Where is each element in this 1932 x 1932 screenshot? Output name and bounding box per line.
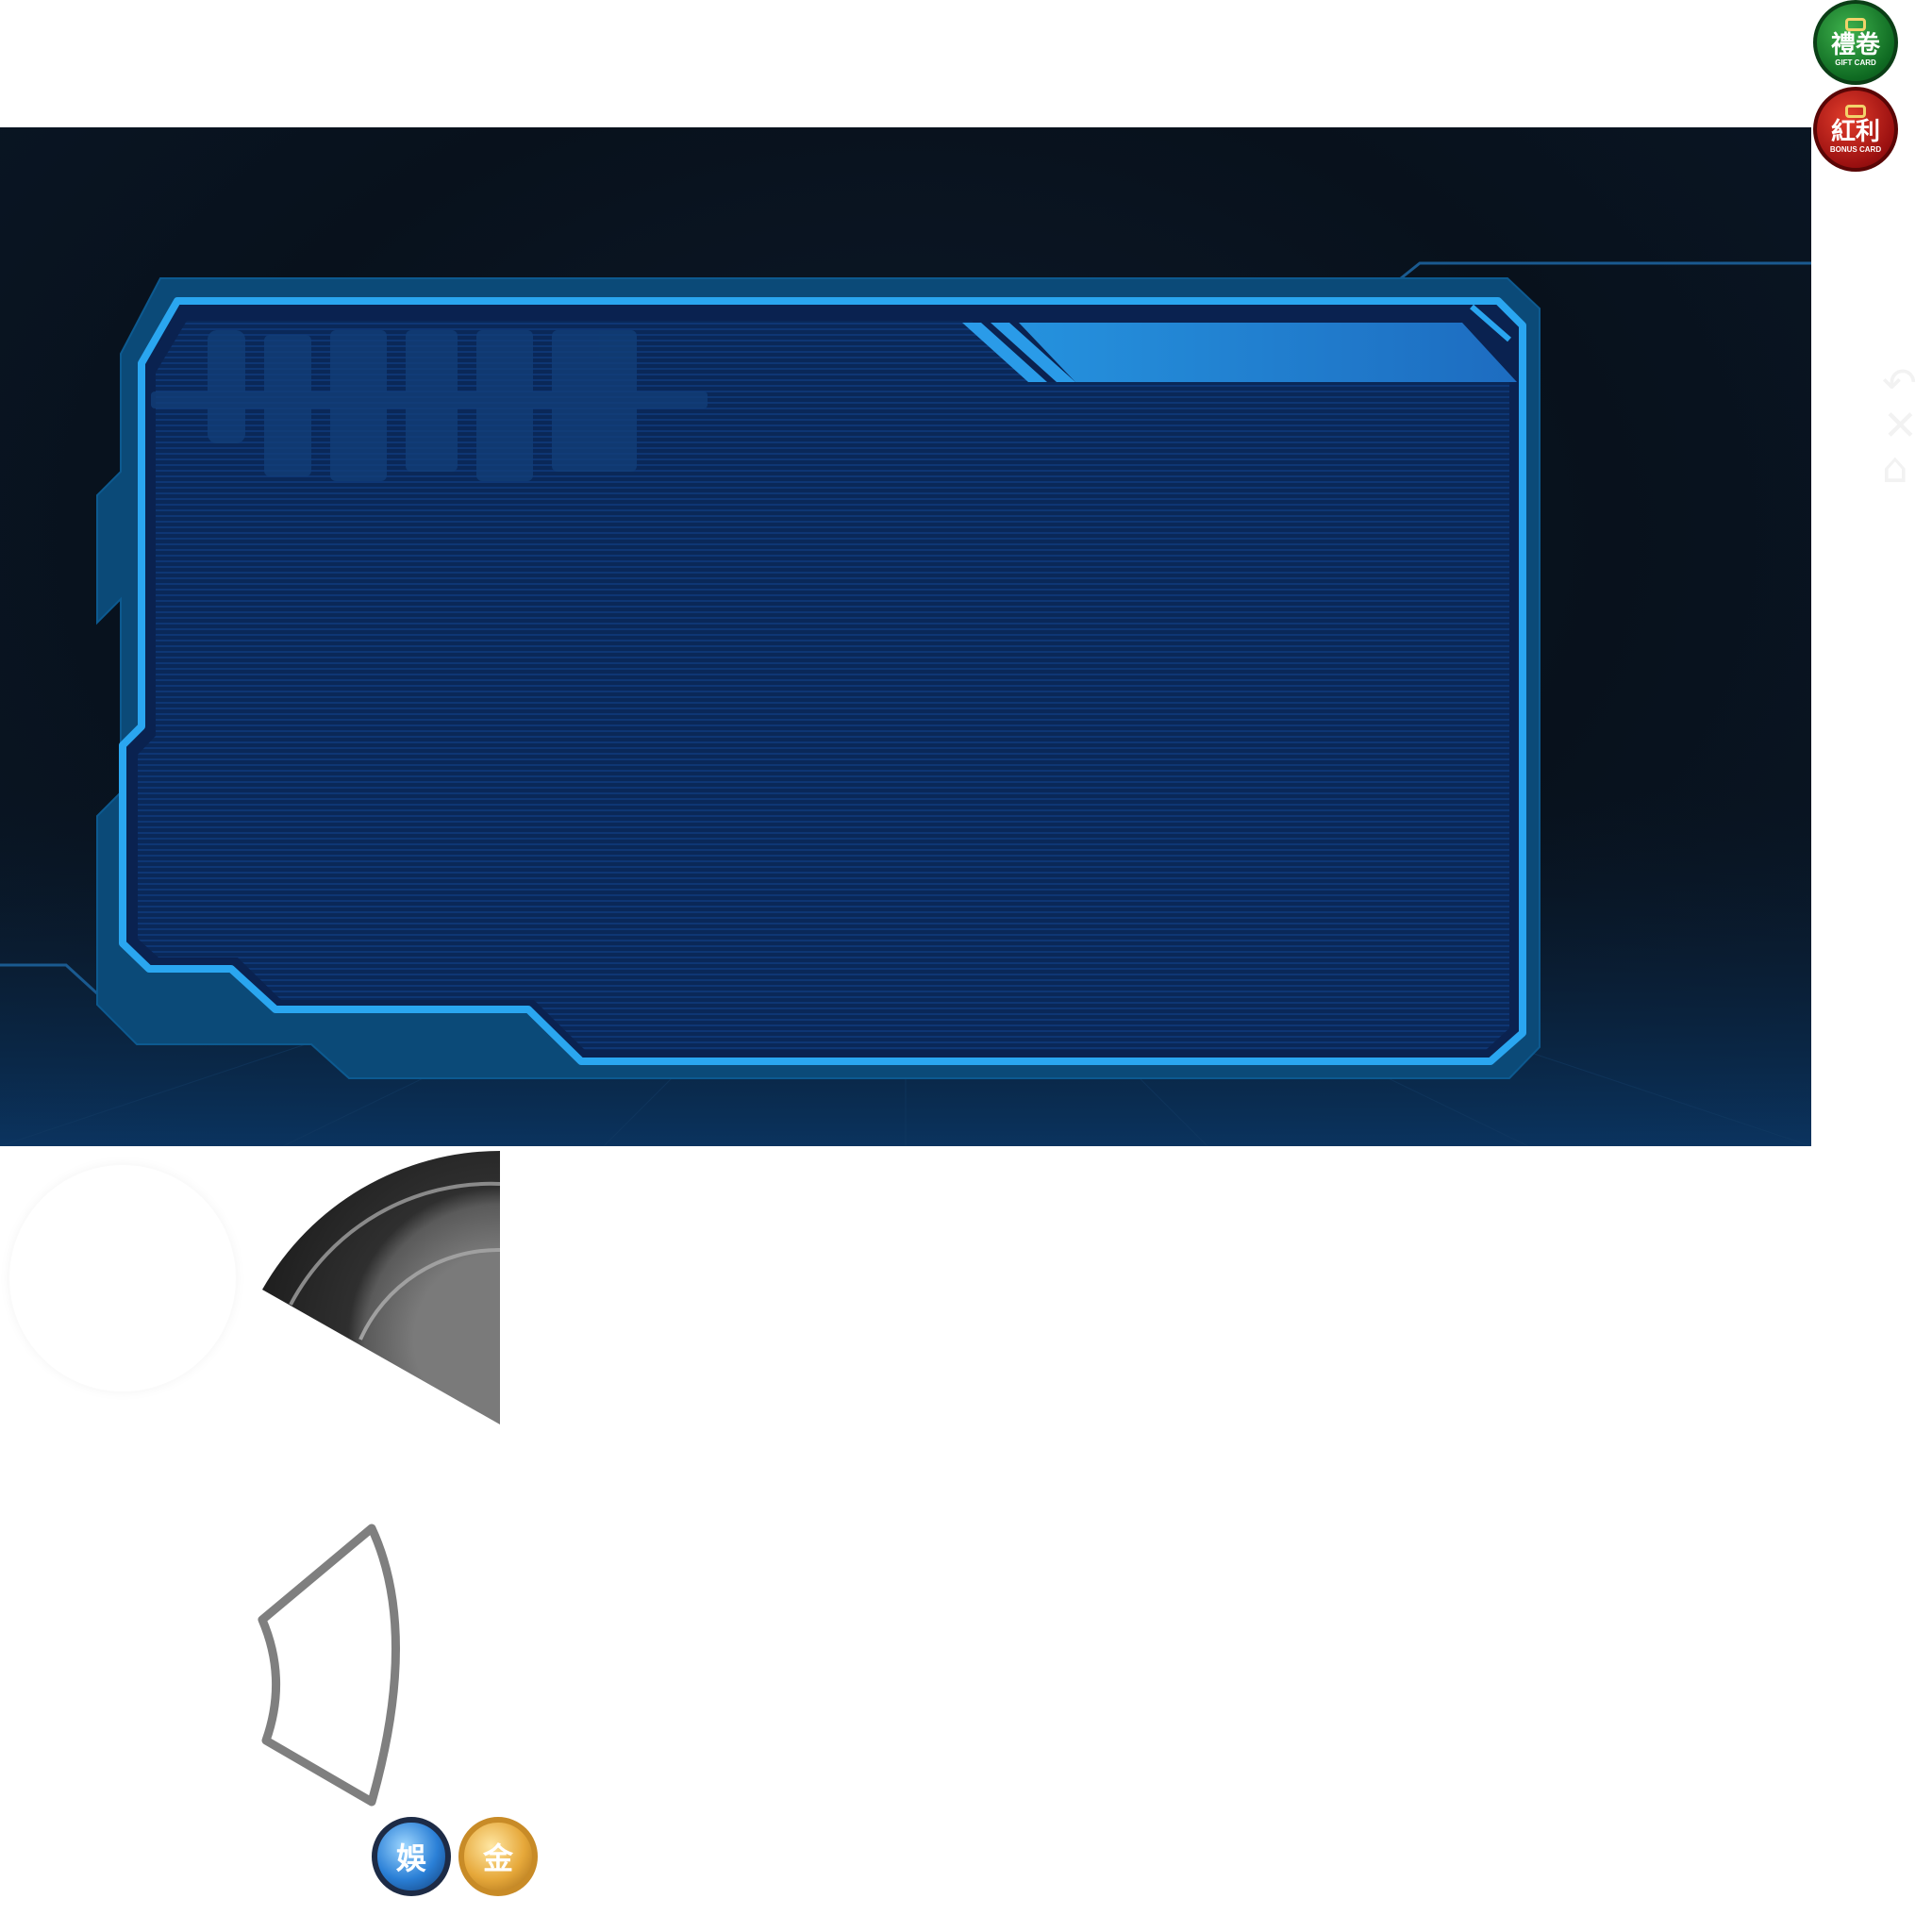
dark-wheel-segment [262,1151,500,1424]
close-icon[interactable]: ✕ [1883,406,1918,447]
panel-frame-graphics [0,261,1811,1146]
home-icon[interactable]: ⌂ [1882,448,1908,490]
back-icon[interactable]: ↶ [1882,363,1917,405]
bonus-card-title: 紅利 [1830,118,1880,146]
gift-card-subtitle: GIFT CARD [1835,58,1876,67]
blank-circle-button [9,1165,236,1391]
gold-coin-label: 金 [482,1840,513,1876]
game-main-panel [0,127,1811,1146]
bonus-card-subtitle: BONUS CARD [1829,145,1882,154]
bonus-card-icon[interactable]: 紅利 BONUS CARD [1813,87,1898,172]
gift-card-title: 禮卷 [1830,31,1880,59]
u-logo-icon [1845,18,1866,31]
entertainment-coin-icon: 娛 [372,1817,451,1896]
gift-card-icon[interactable]: 禮卷 GIFT CARD [1813,0,1898,85]
outlined-wheel-segment [258,1524,400,1807]
gold-coin-icon: 金 [458,1817,538,1896]
entertainment-coin-label: 娛 [395,1840,426,1876]
u-logo-icon [1845,105,1866,118]
